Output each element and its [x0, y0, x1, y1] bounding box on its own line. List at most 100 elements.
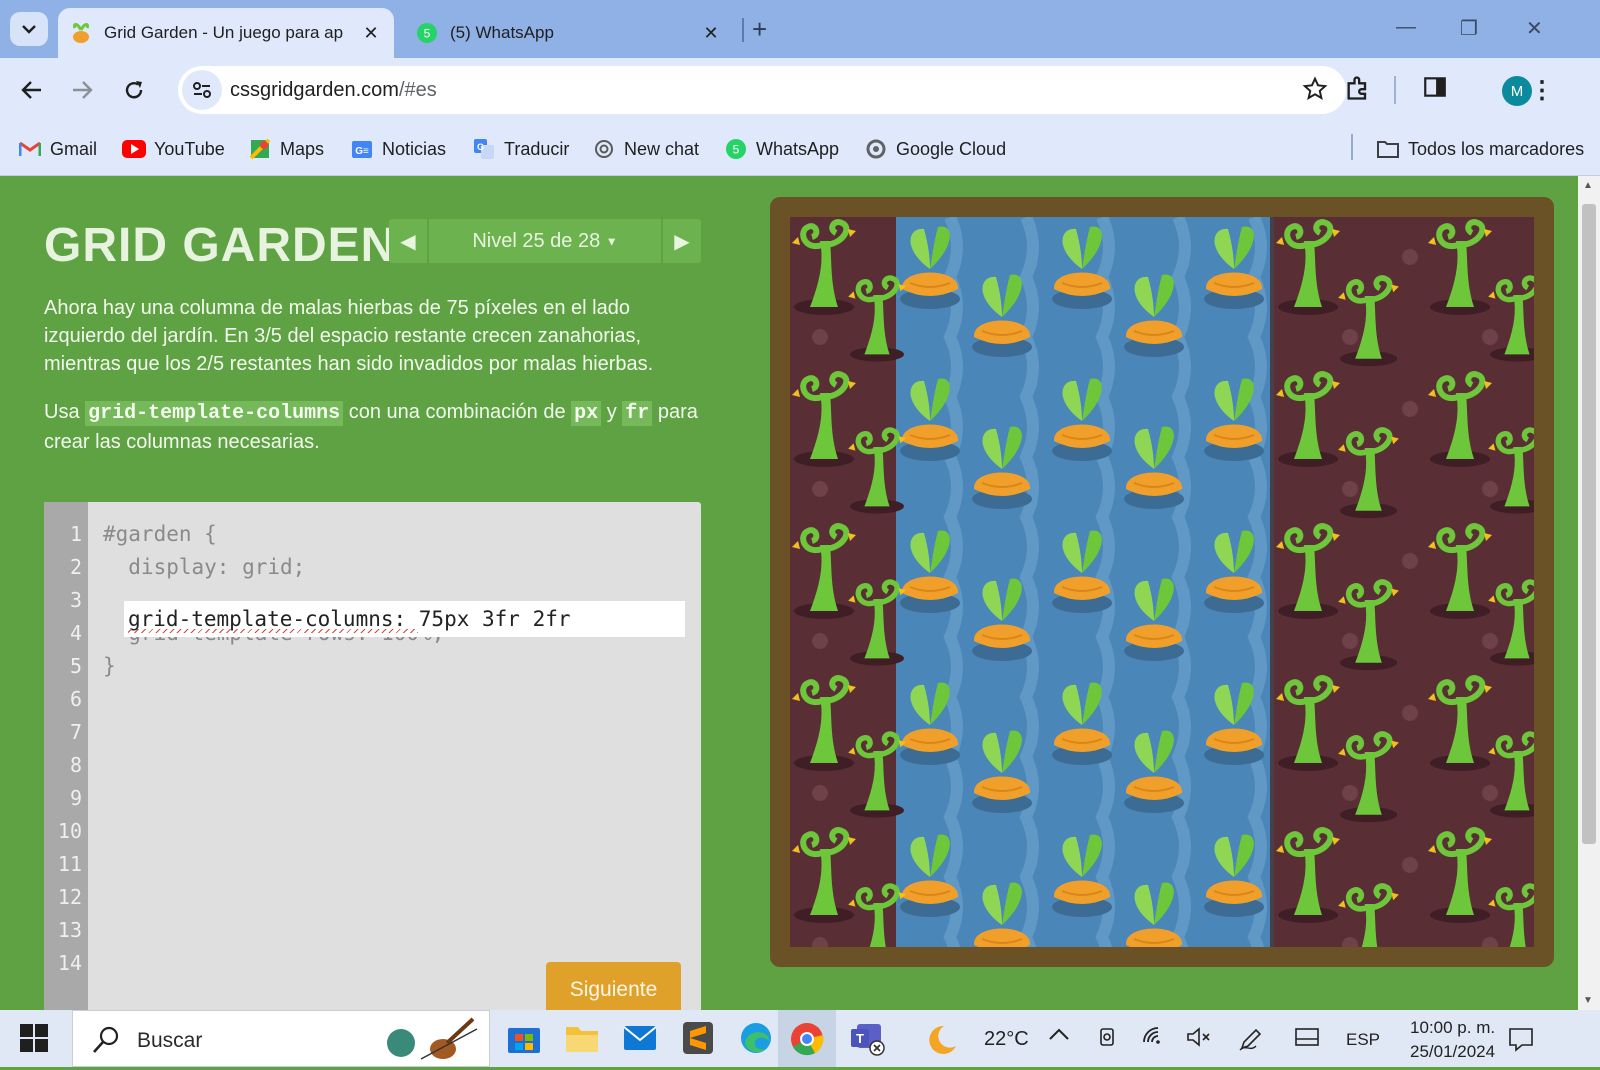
scrollbar-thumb[interactable]: [1582, 204, 1596, 844]
bookmark-gmail[interactable]: Gmail: [18, 134, 97, 164]
line-number: 3: [69, 588, 82, 612]
close-tab-icon[interactable]: ✕: [700, 23, 722, 44]
reload-icon[interactable]: [118, 74, 150, 106]
profile-avatar[interactable]: M: [1502, 76, 1532, 106]
taskbar-search[interactable]: Buscar: [72, 1010, 490, 1067]
svg-text:5: 5: [424, 27, 431, 41]
tab-title: (5) WhatsApp: [450, 23, 554, 42]
soil-pebble: [1402, 249, 1418, 265]
line-number: 5: [69, 654, 82, 678]
pen-icon[interactable]: [1238, 1026, 1264, 1057]
address-bar[interactable]: cssgridgarden.com/#es: [178, 66, 1346, 114]
close-tab-icon[interactable]: ✕: [360, 23, 382, 44]
next-level-arrow-icon[interactable]: ▶: [661, 219, 701, 263]
line-number: 11: [57, 852, 82, 876]
notifications-icon[interactable]: [1508, 1026, 1534, 1057]
bookmark-star-icon[interactable]: [1302, 76, 1328, 107]
file-explorer-icon[interactable]: [562, 1018, 602, 1058]
page-content: GRID GARDEN ◀ Nivel 25 de 28 ▼ ▶ Ahora h…: [0, 176, 1578, 1010]
soil-pebble: [1342, 481, 1358, 497]
bookmarks-bar: Gmail YouTube Maps G≡ Noticias G Traduci…: [0, 122, 1600, 176]
teams-icon[interactable]: T: [848, 1018, 888, 1058]
bookmark-noticias[interactable]: G≡ Noticias: [350, 134, 446, 164]
soil-pebble: [812, 785, 828, 801]
garden-grid: [790, 217, 1534, 947]
line-number: 2: [69, 555, 82, 579]
all-bookmarks-folder[interactable]: Todos los marcadores: [1376, 134, 1584, 164]
previous-level-arrow-icon[interactable]: ◀: [389, 219, 429, 263]
toolbar-separator: [1394, 76, 1396, 104]
line-number: 4: [69, 621, 82, 645]
touch-keyboard-icon[interactable]: [1294, 1026, 1320, 1053]
menu-kebab-icon[interactable]: ⋮: [1530, 76, 1554, 105]
url-text: cssgridgarden.com/#es: [230, 79, 437, 101]
code-term: px: [571, 401, 602, 426]
tab-separator: [742, 18, 744, 42]
tab-whatsapp[interactable]: 5 (5) WhatsApp ✕: [404, 8, 734, 58]
grid-divider: [1270, 217, 1274, 947]
mail-icon[interactable]: [620, 1018, 660, 1058]
bookmark-youtube[interactable]: YouTube: [122, 134, 225, 164]
soil-pebble: [1402, 553, 1418, 569]
bookmark-traducir[interactable]: G Traducir: [472, 134, 569, 164]
tab-grid-garden[interactable]: Grid Garden - Un juego para ap ✕: [58, 8, 394, 58]
css-editor: 1 2 3 4 5 6 7 8 9 10 11 12 13 14 #garden { display: g…: [44, 502, 701, 1010]
site-settings-icon[interactable]: [182, 70, 222, 110]
bookmark-new-chat[interactable]: New chat: [592, 134, 699, 164]
microsoft-store-icon[interactable]: [504, 1018, 544, 1058]
tab-title: Grid Garden - Un juego para ap: [104, 23, 344, 42]
folder-icon: [1376, 137, 1400, 161]
sublime-text-icon[interactable]: [678, 1018, 718, 1058]
code-term: fr: [622, 401, 653, 426]
bookmark-maps[interactable]: Maps: [248, 134, 324, 164]
bookmarks-separator: [1351, 134, 1353, 160]
new-tab-icon[interactable]: +: [752, 14, 767, 45]
system-clock[interactable]: 10:00 p. m. 25/01/2024: [1410, 1016, 1495, 1064]
soil-pebble: [1482, 633, 1498, 649]
level-indicator[interactable]: Nivel 25 de 28 ▼: [429, 230, 661, 253]
page-scrollbar[interactable]: ▲ ▼: [1578, 176, 1600, 1010]
back-icon[interactable]: [16, 74, 48, 106]
chevron-up-icon[interactable]: [1048, 1026, 1070, 1047]
search-icon: [91, 1025, 121, 1060]
next-level-button[interactable]: Siguiente: [546, 962, 681, 1010]
language-indicator[interactable]: ESP: [1346, 1030, 1380, 1050]
close-window-icon[interactable]: ✕: [1526, 16, 1543, 41]
browser-toolbar: cssgridgarden.com/#es M ⋮: [0, 58, 1600, 122]
chrome-taskbar-icon[interactable]: [778, 1010, 836, 1067]
maps-icon: [248, 137, 272, 161]
restore-icon[interactable]: ❐: [1460, 16, 1478, 41]
code-line: display: grid;: [103, 555, 306, 579]
line-number: 7: [69, 720, 82, 744]
soil-pebble: [1482, 785, 1498, 801]
tab-search-button[interactable]: [10, 12, 48, 46]
weather-moon-icon[interactable]: [924, 1024, 958, 1061]
camera-device-icon[interactable]: [1096, 1026, 1118, 1053]
line-number: 1: [69, 522, 82, 546]
code-line: #garden {: [103, 522, 217, 546]
instruction-paragraph: Usa grid-template-columns con una combin…: [44, 401, 698, 453]
whatsapp-favicon-icon: 5: [416, 22, 438, 44]
line-number-gutter: 1 2 3 4 5 6 7 8 9 10 11 12 13 14: [44, 502, 88, 1010]
site-logo[interactable]: GRID GARDEN: [44, 218, 396, 273]
volume-muted-icon[interactable]: [1186, 1026, 1212, 1053]
whatsapp-icon: 5: [724, 137, 748, 161]
extensions-icon[interactable]: [1344, 74, 1372, 107]
translate-icon: G: [472, 137, 496, 161]
line-number: 12: [57, 885, 82, 909]
windows-start-icon[interactable]: [20, 1024, 48, 1057]
forward-icon[interactable]: [66, 74, 98, 106]
level-navigator: ◀ Nivel 25 de 28 ▼ ▶: [389, 219, 701, 263]
edge-icon[interactable]: [736, 1018, 776, 1058]
side-panel-icon[interactable]: [1422, 74, 1448, 105]
line-number: 9: [69, 786, 82, 810]
line-number: 14: [57, 951, 82, 975]
bookmark-google-cloud[interactable]: Google Cloud: [864, 134, 1006, 164]
weather-temperature[interactable]: 22°C: [984, 1028, 1029, 1051]
bookmark-whatsapp[interactable]: 5 WhatsApp: [724, 134, 839, 164]
gmail-icon: [18, 137, 42, 161]
wifi-icon[interactable]: [1142, 1026, 1166, 1051]
minimize-icon[interactable]: —: [1396, 16, 1416, 39]
soil-pebble: [1342, 633, 1358, 649]
scroll-down-arrow-icon: ▼: [1583, 995, 1593, 1006]
